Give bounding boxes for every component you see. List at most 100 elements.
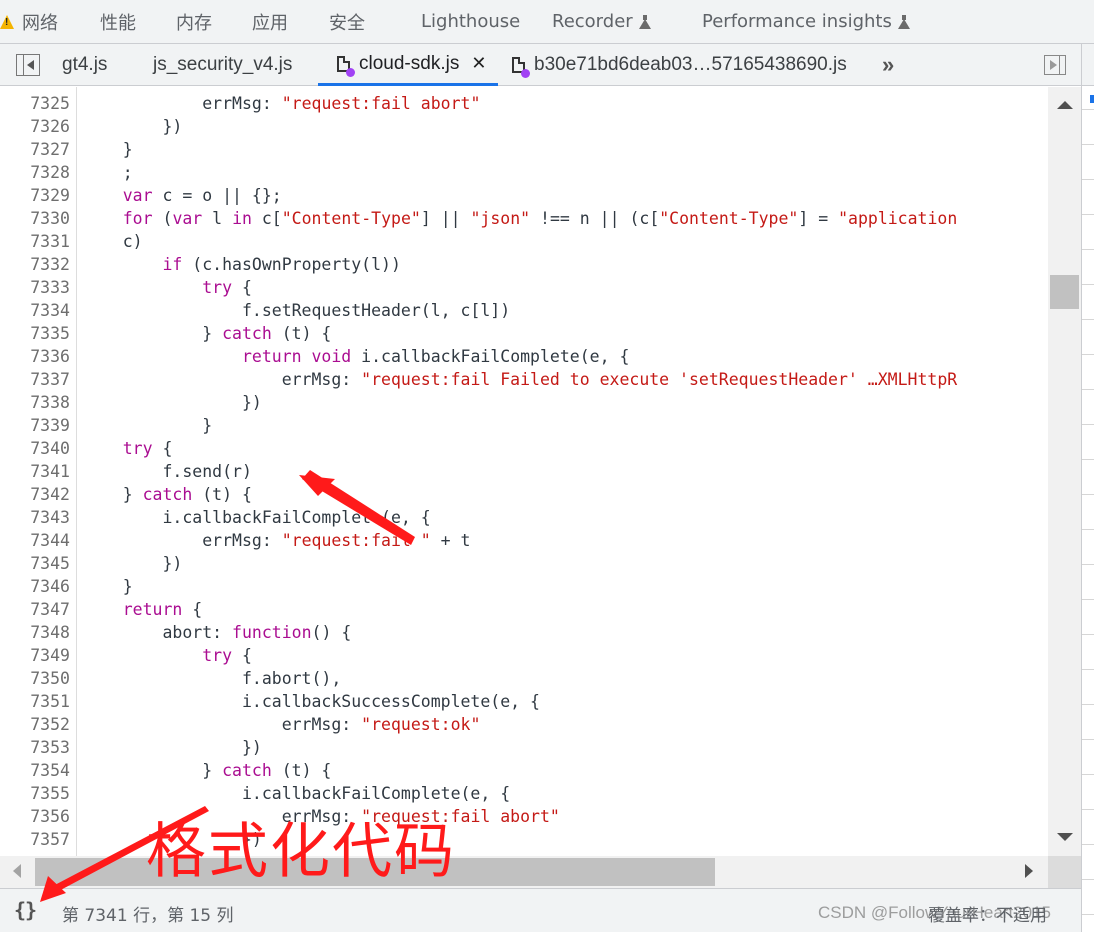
code-line[interactable]: 7337 errMsg: "request:fail Failed to exe…: [0, 368, 1048, 391]
code-editor[interactable]: 7325 errMsg: "request:fail abort" 7326 })…: [0, 87, 1048, 856]
tab-security[interactable]: 安全: [329, 0, 365, 44]
line-number[interactable]: 7338: [0, 391, 70, 414]
vertical-scrollbar[interactable]: [1048, 87, 1081, 856]
side-panel-divider: [1082, 844, 1094, 845]
side-panel-divider: [1082, 109, 1094, 110]
code-line[interactable]: 7334 f.setRequestHeader(l, c[l]): [0, 299, 1048, 322]
code-line[interactable]: 7345 }): [0, 552, 1048, 575]
code-line[interactable]: 7349 try {: [0, 644, 1048, 667]
code-token: (t) {: [192, 485, 252, 504]
line-number[interactable]: 7328: [0, 161, 70, 184]
scroll-right-icon[interactable]: [1025, 864, 1033, 878]
pretty-print-button[interactable]: {}: [14, 898, 37, 922]
code-line[interactable]: 7344 errMsg: "request:fail " + t: [0, 529, 1048, 552]
line-number[interactable]: 7346: [0, 575, 70, 598]
code-line[interactable]: 7346 }: [0, 575, 1048, 598]
code-line[interactable]: 7342 } catch (t) {: [0, 483, 1048, 506]
code-line[interactable]: 7331 c): [0, 230, 1048, 253]
line-number[interactable]: 7345: [0, 552, 70, 575]
code-line[interactable]: 7343 i.callbackFailComplete(e, {: [0, 506, 1048, 529]
tab-memory[interactable]: 内存: [176, 0, 212, 44]
scroll-up-icon[interactable]: [1057, 101, 1073, 109]
line-number[interactable]: 7335: [0, 322, 70, 345]
line-number[interactable]: 7329: [0, 184, 70, 207]
tab-recorder[interactable]: Recorder: [552, 0, 651, 44]
line-number[interactable]: 7344: [0, 529, 70, 552]
line-number[interactable]: 7325: [0, 92, 70, 115]
tab-network[interactable]: 网络: [0, 0, 58, 44]
tab-application[interactable]: 应用: [252, 0, 288, 44]
file-tab-b30e71[interactable]: b30e71bd6deab03…57165438690.js: [512, 44, 847, 86]
line-number[interactable]: 7327: [0, 138, 70, 161]
scroll-left-icon[interactable]: [13, 864, 21, 878]
code-line[interactable]: 7326 }): [0, 115, 1048, 138]
line-number[interactable]: 7349: [0, 644, 70, 667]
code-line[interactable]: 7338 }): [0, 391, 1048, 414]
tab-recorder-label: Recorder: [552, 11, 633, 32]
code-text: c): [83, 230, 143, 253]
line-number[interactable]: 7353: [0, 736, 70, 759]
tab-lighthouse[interactable]: Lighthouse: [421, 0, 520, 44]
toggle-debugger-icon[interactable]: [1044, 55, 1066, 75]
code-line[interactable]: 7339 }: [0, 414, 1048, 437]
tab-performance[interactable]: 性能: [100, 0, 136, 44]
code-token: {: [182, 600, 203, 619]
tab-performance-insights[interactable]: Performance insights: [702, 0, 910, 44]
code-line[interactable]: 7340 try {: [0, 437, 1048, 460]
line-number[interactable]: 7352: [0, 713, 70, 736]
code-line[interactable]: 7353 }): [0, 736, 1048, 759]
code-line[interactable]: 7352 errMsg: "request:ok": [0, 713, 1048, 736]
line-number[interactable]: 7331: [0, 230, 70, 253]
line-number[interactable]: 7332: [0, 253, 70, 276]
file-tab-cloud-sdk[interactable]: cloud-sdk.js ✕: [318, 44, 499, 86]
close-tab-icon[interactable]: ✕: [471, 53, 486, 74]
vertical-scroll-thumb[interactable]: [1050, 275, 1079, 309]
line-number[interactable]: 7333: [0, 276, 70, 299]
scroll-down-icon[interactable]: [1057, 833, 1073, 841]
line-number[interactable]: 7339: [0, 414, 70, 437]
code-line[interactable]: 7336 return void i.callbackFailComplete(…: [0, 345, 1048, 368]
line-number[interactable]: 7350: [0, 667, 70, 690]
line-number[interactable]: 7341: [0, 460, 70, 483]
line-number[interactable]: 7337: [0, 368, 70, 391]
code-line[interactable]: 7333 try {: [0, 276, 1048, 299]
line-number[interactable]: 7326: [0, 115, 70, 138]
code-line[interactable]: 7355 i.callbackFailComplete(e, {: [0, 782, 1048, 805]
file-tab-gt4[interactable]: gt4.js: [62, 44, 107, 86]
code-text: } catch (t) {: [83, 483, 252, 506]
code-line[interactable]: 7350 f.abort(),: [0, 667, 1048, 690]
side-panel-marker: [1090, 95, 1094, 103]
line-number[interactable]: 7340: [0, 437, 70, 460]
code-line[interactable]: 7335 } catch (t) {: [0, 322, 1048, 345]
more-tabs-button[interactable]: »: [882, 52, 894, 78]
line-number[interactable]: 7348: [0, 621, 70, 644]
code-line[interactable]: 7329 var c = o || {};: [0, 184, 1048, 207]
line-number[interactable]: 7351: [0, 690, 70, 713]
line-number[interactable]: 7342: [0, 483, 70, 506]
code-line[interactable]: 7327 }: [0, 138, 1048, 161]
line-number[interactable]: 7347: [0, 598, 70, 621]
line-number[interactable]: 7356: [0, 805, 70, 828]
line-number[interactable]: 7343: [0, 506, 70, 529]
code-line[interactable]: 7347 return {: [0, 598, 1048, 621]
code-line[interactable]: 7348 abort: function() {: [0, 621, 1048, 644]
code-line[interactable]: 7330 for (var l in c["Content-Type"] || …: [0, 207, 1048, 230]
code-line[interactable]: 7351 i.callbackSuccessComplete(e, {: [0, 690, 1048, 713]
line-number[interactable]: 7336: [0, 345, 70, 368]
line-number[interactable]: 7357: [0, 828, 70, 851]
line-number[interactable]: 7355: [0, 782, 70, 805]
code-line[interactable]: 7332 if (c.hasOwnProperty(l)): [0, 253, 1048, 276]
side-panel-divider: [1082, 319, 1094, 320]
line-number[interactable]: 7334: [0, 299, 70, 322]
code-line[interactable]: 7341 f.send(r): [0, 460, 1048, 483]
code-line[interactable]: 7328 ;: [0, 161, 1048, 184]
code-line[interactable]: 7354 } catch (t) {: [0, 759, 1048, 782]
keyword-token: catch: [222, 324, 272, 343]
file-tab-js-security[interactable]: js_security_v4.js: [153, 44, 292, 86]
code-text: errMsg: "request:fail abort": [83, 92, 480, 115]
side-panel-divider: [1082, 914, 1094, 915]
toggle-navigator-icon[interactable]: [16, 54, 40, 76]
line-number[interactable]: 7330: [0, 207, 70, 230]
code-line[interactable]: 7325 errMsg: "request:fail abort": [0, 92, 1048, 115]
line-number[interactable]: 7354: [0, 759, 70, 782]
